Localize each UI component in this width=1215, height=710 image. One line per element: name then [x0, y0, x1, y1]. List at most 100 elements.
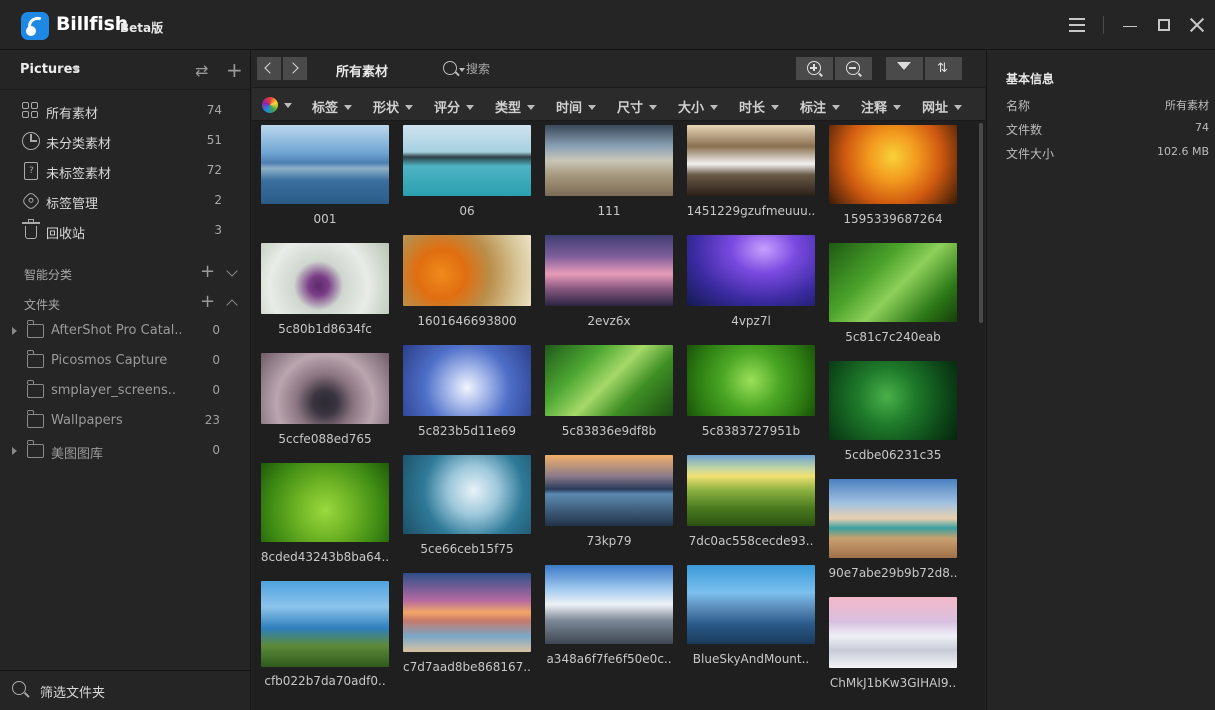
inspector-key: 文件大小 [1006, 147, 1055, 161]
folders-header[interactable]: 文件夹 + [0, 289, 250, 317]
thumbnail-label: 1601646693800 [417, 314, 517, 328]
scrollbar[interactable] [977, 123, 985, 710]
swap-icon[interactable]: ⇄ [195, 61, 208, 80]
sidebar-item-count: 74 [206, 103, 222, 117]
filter-type[interactable]: 类型 [495, 97, 536, 116]
thumbnail-label: 001 [313, 212, 337, 226]
trash-icon [22, 219, 40, 239]
thumbnail-label: 5ce66ceb15f75 [420, 542, 514, 556]
sidebar-item-count: 72 [206, 163, 222, 177]
folder-item[interactable]: smplayer_screens.. 0 [0, 376, 250, 406]
main-toolbar: 所有素材 ⇅ [252, 51, 985, 87]
filter-shape[interactable]: 形状 [373, 97, 414, 116]
thumbnail-image [403, 455, 531, 534]
sort-button[interactable]: ⇅ [925, 57, 962, 80]
inspector-row: 文件数 74 [987, 119, 1215, 139]
filter-button[interactable] [886, 57, 923, 80]
inspector-key: 文件数 [1006, 123, 1043, 137]
folder-item[interactable]: 美图图库 0 [0, 436, 250, 466]
section-label: 智能分类 [24, 268, 73, 282]
folder-filter-label: 筛选文件夹 [40, 686, 106, 701]
sidebar-item-untagged[interactable]: ? 未标签素材 72 [0, 156, 250, 186]
thumbnail-image [545, 235, 673, 306]
thumbnail-label: c7d7aad8be868167.. [403, 660, 531, 674]
thumbnail-image [687, 345, 815, 416]
filter-annotation[interactable]: 标注 [800, 97, 841, 116]
thumbnail-image [545, 125, 673, 196]
thumbnail-image [261, 125, 389, 204]
sidebar-item-count: 3 [214, 223, 222, 237]
thumbnail-image [687, 565, 815, 644]
divider [0, 89, 250, 90]
chevron-down-icon [72, 67, 80, 72]
app-name: Billfish [56, 13, 129, 35]
thumbnail-grid: 001 5c80b1d8634fc 5ccfe088ed765 8cded432… [252, 123, 977, 710]
sidebar-item-count: 2 [214, 193, 222, 207]
thumbnail-label: BlueSkyAndMount.. [692, 652, 810, 666]
chevron-up-icon[interactable] [226, 299, 238, 311]
folder-label: 美图图库 [51, 447, 104, 462]
filter-url[interactable]: 网址 [922, 97, 963, 116]
scrollbar-thumb[interactable] [979, 123, 983, 323]
sort-icon: ⇅ [937, 61, 948, 76]
chevron-down-icon[interactable] [284, 103, 292, 108]
thumbnail-image [261, 243, 389, 314]
folder-count: 23 [204, 413, 220, 427]
filter-rating[interactable]: 评分 [434, 97, 475, 116]
filter-duration[interactable]: 时长 [739, 97, 780, 116]
sidebar-item-label: 回收站 [46, 227, 86, 242]
add-folder-icon[interactable]: + [200, 292, 215, 312]
thumbnail-label: 7dc0ac558cecde93.. [688, 534, 814, 548]
color-wheel-icon[interactable] [262, 97, 278, 113]
smart-category-header[interactable]: 智能分类 + [0, 259, 250, 287]
chevron-down-icon[interactable] [226, 265, 238, 277]
hamburger-menu-icon[interactable] [1062, 10, 1092, 40]
sidebar-item-tag-manage[interactable]: 标签管理 2 [0, 186, 250, 216]
thumbnail-image [687, 235, 815, 306]
expand-arrow-icon[interactable] [12, 327, 17, 335]
thumbnail-label: ChMkJ1bKw3GIHAI9.. [829, 676, 957, 690]
folder-count: 0 [212, 383, 220, 397]
forward-button[interactable] [283, 57, 307, 80]
sidebar-item-label: 未分类素材 [46, 137, 112, 152]
filter-time[interactable]: 时间 [556, 97, 597, 116]
thumbnail-image [261, 463, 389, 542]
maximize-icon[interactable] [1150, 10, 1180, 40]
zoom-out-button[interactable] [835, 57, 872, 80]
folder-item[interactable]: AfterShot Pro Catal.. 0 [0, 316, 250, 346]
sidebar-item-label: 所有素材 [46, 107, 99, 122]
sidebar-item-all[interactable]: 所有素材 74 [0, 96, 250, 126]
thumbnail-label: 4vpz7l [731, 314, 771, 328]
folder-item[interactable]: Picosmos Capture 0 [0, 346, 250, 376]
filter-dimensions[interactable]: 尺寸 [617, 97, 658, 116]
filter-tag[interactable]: 标签 [312, 97, 353, 116]
inspector-value: 所有素材 [1165, 99, 1209, 112]
sidebar-item-uncategorized[interactable]: 未分类素材 51 [0, 126, 250, 156]
folder-filter-bar[interactable]: 筛选文件夹 [0, 670, 250, 710]
folder-item[interactable]: Wallpapers 23 [0, 406, 250, 436]
minimize-icon[interactable] [1115, 10, 1145, 40]
close-icon[interactable] [1182, 10, 1212, 40]
filter-size[interactable]: 大小 [678, 97, 719, 116]
add-smart-category-icon[interactable]: + [200, 262, 215, 282]
folder-count: 0 [212, 443, 220, 457]
thumbnail-label: 5c8383727951b [701, 424, 801, 438]
search-icon[interactable] [443, 61, 460, 77]
inspector-key: 名称 [1006, 99, 1031, 113]
sidebar-item-label: 标签管理 [46, 197, 99, 212]
thumbnail-image [829, 597, 957, 668]
inspector-title: 基本信息 [1006, 72, 1055, 86]
search-input[interactable] [466, 59, 566, 79]
thumbnail-label: 90e7abe29b9b72d8.. [828, 566, 958, 580]
expand-arrow-icon[interactable] [12, 447, 17, 455]
library-selector[interactable]: Pictures ⇄ + [0, 51, 250, 89]
filter-comment[interactable]: 注释 [861, 97, 902, 116]
thumbnail-image [403, 573, 531, 652]
sidebar-item-trash[interactable]: 回收站 3 [0, 216, 250, 246]
back-button[interactable] [257, 57, 281, 80]
zoom-in-button[interactable] [796, 57, 833, 80]
chevron-down-icon[interactable] [459, 68, 465, 72]
thumbnail-label: 5c83836e9df8b [561, 424, 657, 438]
thumbnail-label: 06 [459, 204, 475, 218]
add-library-icon[interactable]: + [226, 60, 243, 80]
